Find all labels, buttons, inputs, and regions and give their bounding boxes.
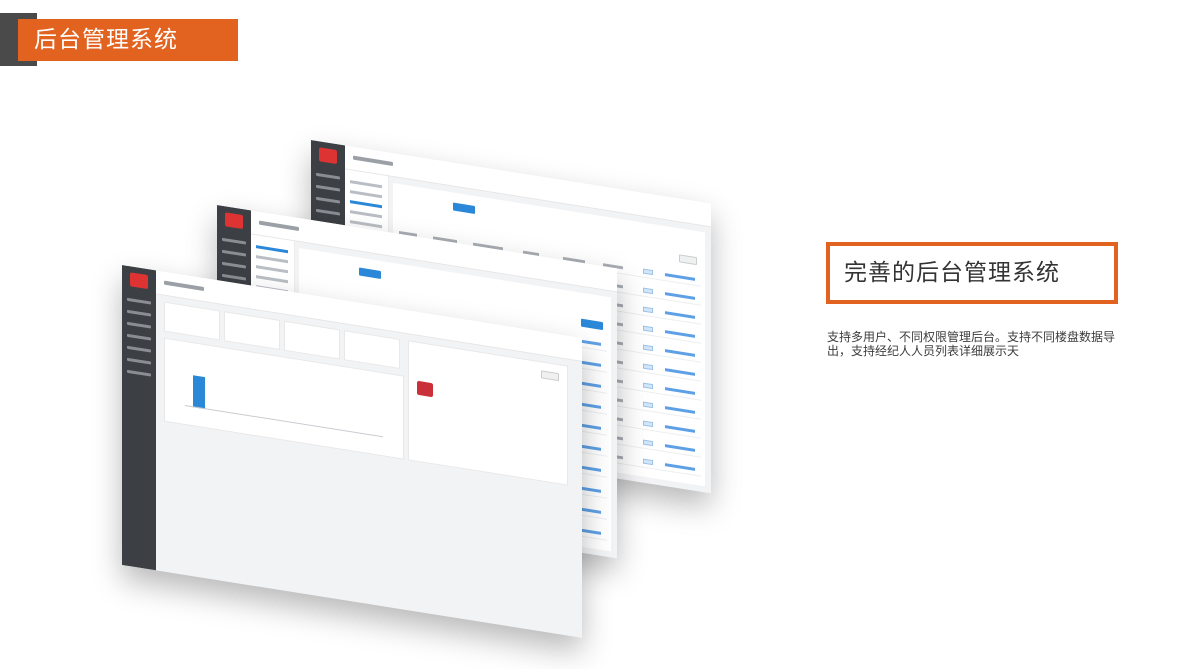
row-action-link[interactable] [665,292,695,300]
row-action-link[interactable] [665,463,695,471]
stat-card [284,320,340,360]
feature-caption: 完善的后台管理系统 [830,246,1114,300]
info-card [408,340,568,486]
row-action-link[interactable] [665,330,695,338]
feature-caption-box: 完善的后台管理系统 [826,242,1118,304]
screenshot-stack [100,120,740,638]
stat-card [344,330,400,370]
slide: 后台管理系统 完善的后台管理系统 支持多用户、不同权限管理后台。支持不同楼盘数据… [0,0,1196,669]
stat-card [224,311,280,351]
row-action-link[interactable] [665,387,695,395]
page-title: 后台管理系统 [18,19,238,61]
row-action-link[interactable] [665,273,695,281]
row-action-link[interactable] [665,368,695,376]
chart-bar [193,375,205,410]
logo-icon [319,147,337,165]
row-action-link[interactable] [665,425,695,433]
feature-description: 支持多用户、不同权限管理后台。支持不同楼盘数据导出，支持经纪人人员列表详细展示天 [827,330,1116,358]
logo-icon [130,272,148,290]
sidebar [122,265,156,571]
stat-card [164,301,220,341]
row-action-link[interactable] [665,406,695,414]
row-action-link[interactable] [665,311,695,319]
row-action-link[interactable] [665,444,695,452]
logo-icon [225,212,243,230]
row-action-link[interactable] [665,349,695,357]
